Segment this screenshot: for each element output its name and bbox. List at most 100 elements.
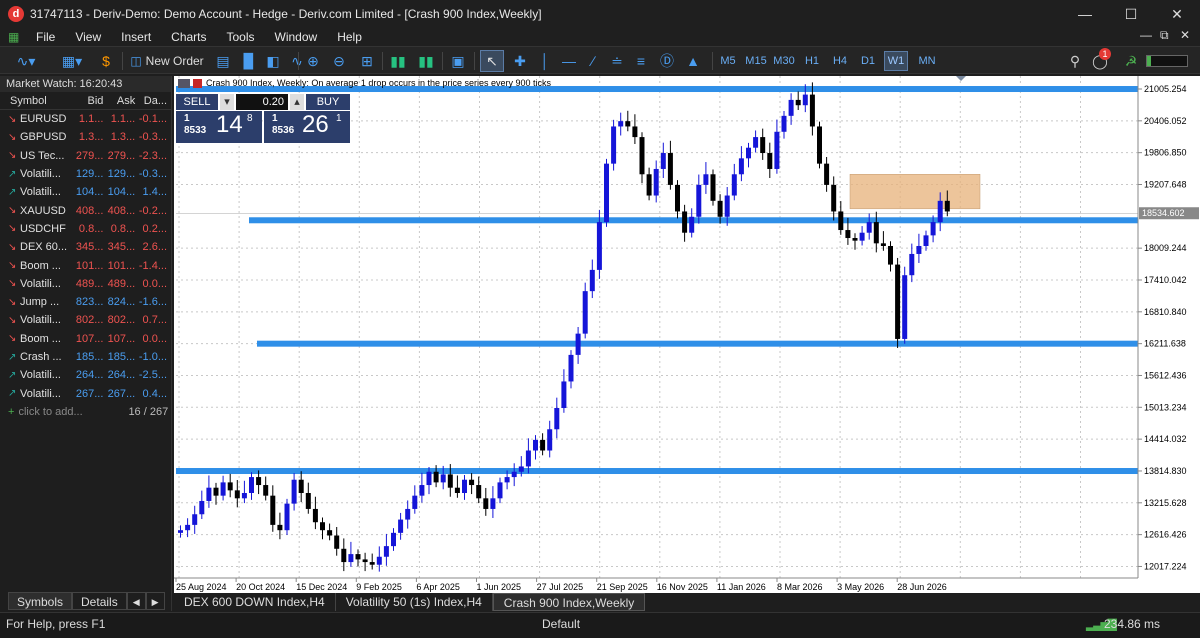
text-icon[interactable]: Ⓓ xyxy=(656,50,678,72)
sell-button[interactable]: SELL xyxy=(176,94,218,110)
timeframe-h4[interactable]: H4 xyxy=(828,51,852,71)
y-tick-label: 15612.436 xyxy=(1144,370,1187,380)
market-watch-row[interactable]: ↘ XAUUSD 408... 408... -0.2... xyxy=(0,201,171,219)
signal-icon[interactable]: ☭ xyxy=(1120,50,1142,72)
chart-tab-crash900[interactable]: Crash 900 Index,Weekly xyxy=(492,593,646,611)
timeframe-m5[interactable]: M5 xyxy=(716,51,740,71)
timeframe-d1[interactable]: D1 xyxy=(856,51,880,71)
menu-help[interactable]: Help xyxy=(327,30,372,44)
channel-icon[interactable]: ≐ xyxy=(606,50,628,72)
buy-button[interactable]: BUY xyxy=(306,94,350,110)
tab-scroll-left[interactable]: ◀ xyxy=(126,592,146,610)
row-bid: 802... xyxy=(75,314,104,327)
timeframe-m30[interactable]: M30 xyxy=(770,51,798,71)
screenshot-icon[interactable]: ▣ xyxy=(446,50,470,72)
chart-shift-icon[interactable]: ▮▮ xyxy=(414,50,438,72)
market-watch-row[interactable]: ↘ DEX 60... 345... 345... 2.6... xyxy=(0,238,171,256)
market-watch-row[interactable]: ↘ USDCHF 0.8... 0.8... 0.2... xyxy=(0,220,171,238)
lot-input[interactable]: 0.20 xyxy=(236,94,288,110)
candle-body xyxy=(845,230,851,239)
autoscroll-icon[interactable]: ▮▮ xyxy=(386,50,410,72)
zoom-in-icon[interactable]: ⊕ xyxy=(302,50,324,72)
candle-body xyxy=(199,500,205,515)
minimize-button[interactable]: — xyxy=(1062,0,1108,28)
add-symbol-row[interactable]: + click to add... 16 / 267 xyxy=(0,403,171,421)
menu-tools[interactable]: Tools xyxy=(217,30,265,44)
close-button[interactable]: ✕ xyxy=(1154,0,1200,28)
mdi-close-icon[interactable]: ✕ xyxy=(1180,28,1190,42)
tab-details[interactable]: Details xyxy=(72,592,127,610)
chart-canvas[interactable]: 18534.602 21005.254 20406.052 19806.850 192… xyxy=(174,76,1200,593)
timeframe-m15[interactable]: M15 xyxy=(742,51,770,71)
candle-body xyxy=(249,477,254,494)
col-daily[interactable]: Da... xyxy=(137,95,171,107)
profiles-icon[interactable]: ▦▾ xyxy=(54,50,90,72)
timeframe-h1[interactable]: H1 xyxy=(800,51,824,71)
x-tick-label: 20 Oct 2024 xyxy=(236,582,285,592)
chart-tab-volatility50[interactable]: Volatility 50 (1s) Index,H4 xyxy=(336,593,493,611)
chart-window[interactable]: 18534.602 21005.254 20406.052 19806.850 192… xyxy=(174,76,1200,593)
row-symbol: ↗ Volatili... xyxy=(0,168,74,180)
market-watch-row[interactable]: ↘ GBPUSD 1.3... 1.3... -0.3... xyxy=(0,128,171,146)
menu-view[interactable]: View xyxy=(65,30,111,44)
candle-body xyxy=(653,168,659,196)
menu-file[interactable]: File xyxy=(26,30,65,44)
crosshair-icon[interactable]: ✚ xyxy=(508,50,532,72)
tab-scroll-right[interactable]: ▶ xyxy=(145,592,165,610)
mdi-child-icon[interactable]: ▦ xyxy=(8,30,22,44)
mdi-restore-icon[interactable]: ⧉ xyxy=(1160,28,1169,43)
menu-window[interactable]: Window xyxy=(265,30,328,44)
fibonacci-icon[interactable]: ≡ xyxy=(630,50,652,72)
col-bid[interactable]: Bid xyxy=(74,95,106,107)
buy-price-box[interactable]: 1 8536 26 1 xyxy=(264,111,350,143)
menu-insert[interactable]: Insert xyxy=(111,30,161,44)
market-watch-row[interactable]: ↗ Volatili... 264... 264... -2.5... xyxy=(0,366,171,384)
market-icon[interactable]: $ xyxy=(96,50,116,72)
chart-type-line-icon[interactable]: ∿▾ xyxy=(8,50,44,72)
sell-price-box[interactable]: 1 8533 14 8 xyxy=(176,111,262,143)
market-watch-row[interactable]: ↗ Volatili... 104... 104... 1.4... xyxy=(0,183,171,201)
menu-charts[interactable]: Charts xyxy=(161,30,216,44)
market-watch-row[interactable]: ↘ Volatili... 489... 489... 0.0... xyxy=(0,275,171,293)
market-watch-row[interactable]: ↘ Boom ... 101... 101... -1.4... xyxy=(0,256,171,274)
mdi-minimize-icon[interactable]: — xyxy=(1140,28,1152,42)
tab-symbols[interactable]: Symbols xyxy=(8,592,73,610)
algo-trading-icon[interactable]: ▤ xyxy=(212,50,234,72)
candle-body xyxy=(462,479,467,494)
horizontal-line-icon[interactable]: — xyxy=(558,50,580,72)
market-watch-row[interactable]: ↘ US Tec... 279... 279... -2.3... xyxy=(0,147,171,165)
candle-body xyxy=(724,195,730,217)
maximize-button[interactable]: ☐ xyxy=(1108,0,1154,28)
timeframe-w1[interactable]: W1 xyxy=(884,51,908,71)
col-symbol[interactable]: Symbol xyxy=(0,95,74,107)
search-icon[interactable]: ⚲ xyxy=(1064,50,1086,72)
market-watch-row[interactable]: ↘ Jump ... 823... 824... -1.6... xyxy=(0,293,171,311)
zoom-out-icon[interactable]: ⊖ xyxy=(328,50,350,72)
market-watch-row[interactable]: ↘ Boom ... 107... 107... 0.0... xyxy=(0,330,171,348)
candle-body xyxy=(192,514,198,525)
row-ask: 0.8... xyxy=(110,222,136,235)
candle-body xyxy=(923,235,929,246)
market-watch-row[interactable]: ↘ Volatili... 802... 802... 0.7... xyxy=(0,311,171,329)
cursor-icon[interactable]: ↖ xyxy=(480,50,504,72)
new-order-button[interactable]: ◫ New Order xyxy=(128,50,206,72)
messages-icon[interactable]: ◯ 1 xyxy=(1088,48,1112,72)
vertical-line-icon[interactable]: │ xyxy=(534,50,556,72)
col-ask[interactable]: Ask xyxy=(105,95,137,107)
shapes-icon[interactable]: ▲ xyxy=(682,50,704,72)
market-watch-row[interactable]: ↘ EURUSD 1.1... 1.1... -0.1... xyxy=(0,110,171,128)
lot-up-button[interactable]: ▴ xyxy=(290,94,304,110)
arrow-down-icon: ↘ xyxy=(8,113,17,125)
bar-chart-icon[interactable]: ▉ xyxy=(238,50,260,72)
market-watch-row[interactable]: ↗ Volatili... 129... 129... -0.3... xyxy=(0,165,171,183)
chart-tab-dex600[interactable]: DEX 600 DOWN Index,H4 xyxy=(174,593,336,611)
tile-windows-icon[interactable]: ⊞ xyxy=(356,50,378,72)
candle-chart-icon[interactable]: ◧ xyxy=(262,50,284,72)
candle-body xyxy=(284,503,290,531)
candle-body xyxy=(916,245,922,254)
lot-down-button[interactable]: ▾ xyxy=(220,94,234,110)
timeframe-mn[interactable]: MN xyxy=(914,51,940,71)
market-watch-row[interactable]: ↗ Crash ... 185... 185... -1.0... xyxy=(0,348,171,366)
market-watch-row[interactable]: ↗ Volatili... 267... 267... 0.4... xyxy=(0,384,171,402)
trendline-icon[interactable]: ∕ xyxy=(582,50,604,72)
